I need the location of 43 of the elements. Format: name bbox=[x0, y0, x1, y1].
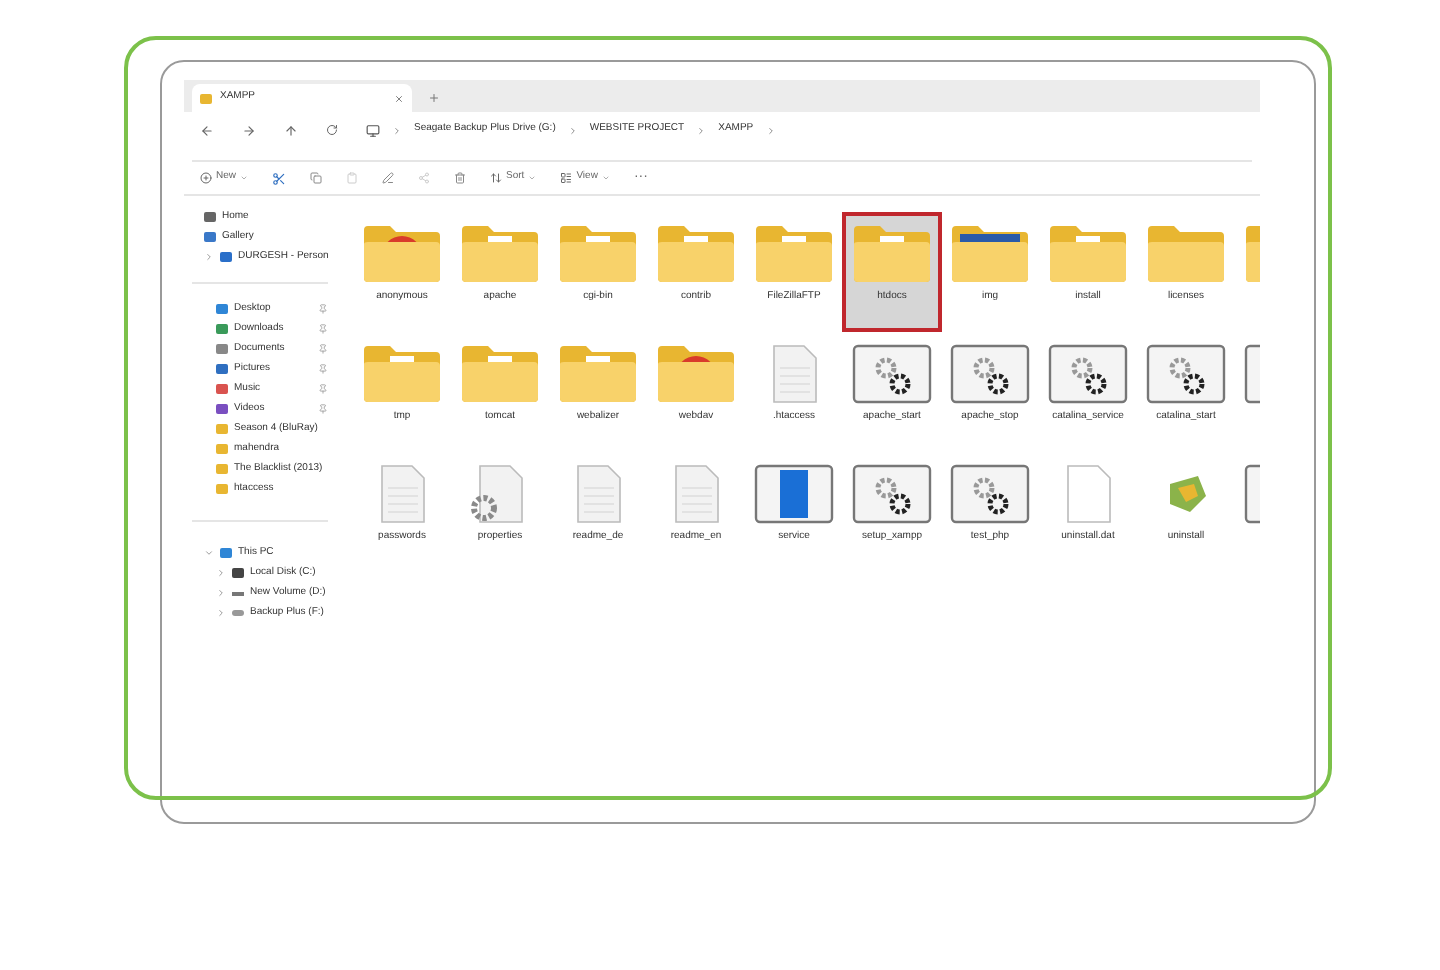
folder-icon bbox=[558, 344, 638, 404]
monitor-icon[interactable] bbox=[366, 123, 380, 137]
rename-icon[interactable] bbox=[382, 172, 395, 184]
gear-file-icon bbox=[950, 464, 1030, 524]
folder-icon bbox=[362, 224, 442, 284]
delete-icon[interactable] bbox=[454, 172, 467, 184]
chevron-icon bbox=[567, 125, 578, 135]
gear-file-icon bbox=[1048, 344, 1128, 404]
cut-icon[interactable] bbox=[272, 171, 287, 185]
chevron-icon[interactable] bbox=[204, 252, 214, 262]
folder-icon bbox=[950, 224, 1030, 284]
view-icon bbox=[560, 172, 573, 184]
folder-icon bbox=[200, 93, 212, 103]
window-file-icon bbox=[754, 464, 834, 524]
folder-icon bbox=[460, 344, 540, 404]
refresh-icon[interactable] bbox=[326, 124, 338, 136]
folder-icon bbox=[460, 224, 540, 284]
folder-icon bbox=[852, 224, 932, 284]
gear-file-icon bbox=[950, 344, 1030, 404]
forward-icon[interactable] bbox=[242, 123, 256, 137]
folder-icon bbox=[1048, 224, 1128, 284]
back-icon[interactable] bbox=[200, 123, 214, 137]
folder-icon bbox=[656, 224, 736, 284]
chevron-icon[interactable] bbox=[216, 568, 226, 578]
chevron-icon[interactable] bbox=[216, 588, 226, 598]
gear-file-icon bbox=[852, 464, 932, 524]
folder-icon bbox=[754, 224, 834, 284]
gear-file-icon bbox=[1146, 344, 1226, 404]
new-tab-icon[interactable] bbox=[428, 92, 440, 104]
gear-file-icon bbox=[852, 344, 932, 404]
up-icon[interactable] bbox=[284, 123, 298, 137]
chevron-icon bbox=[765, 125, 776, 135]
chevron-icon bbox=[392, 125, 402, 135]
chevron-icon bbox=[696, 125, 707, 135]
folder-icon bbox=[362, 344, 442, 404]
chevron-icon[interactable] bbox=[204, 548, 214, 558]
sort-icon bbox=[490, 172, 503, 184]
chevron-icon[interactable] bbox=[216, 608, 226, 618]
add-icon bbox=[200, 172, 212, 184]
folder-icon bbox=[1146, 224, 1226, 284]
folder-icon bbox=[656, 344, 736, 404]
folder-icon bbox=[558, 224, 638, 284]
copy-icon[interactable] bbox=[310, 172, 323, 184]
